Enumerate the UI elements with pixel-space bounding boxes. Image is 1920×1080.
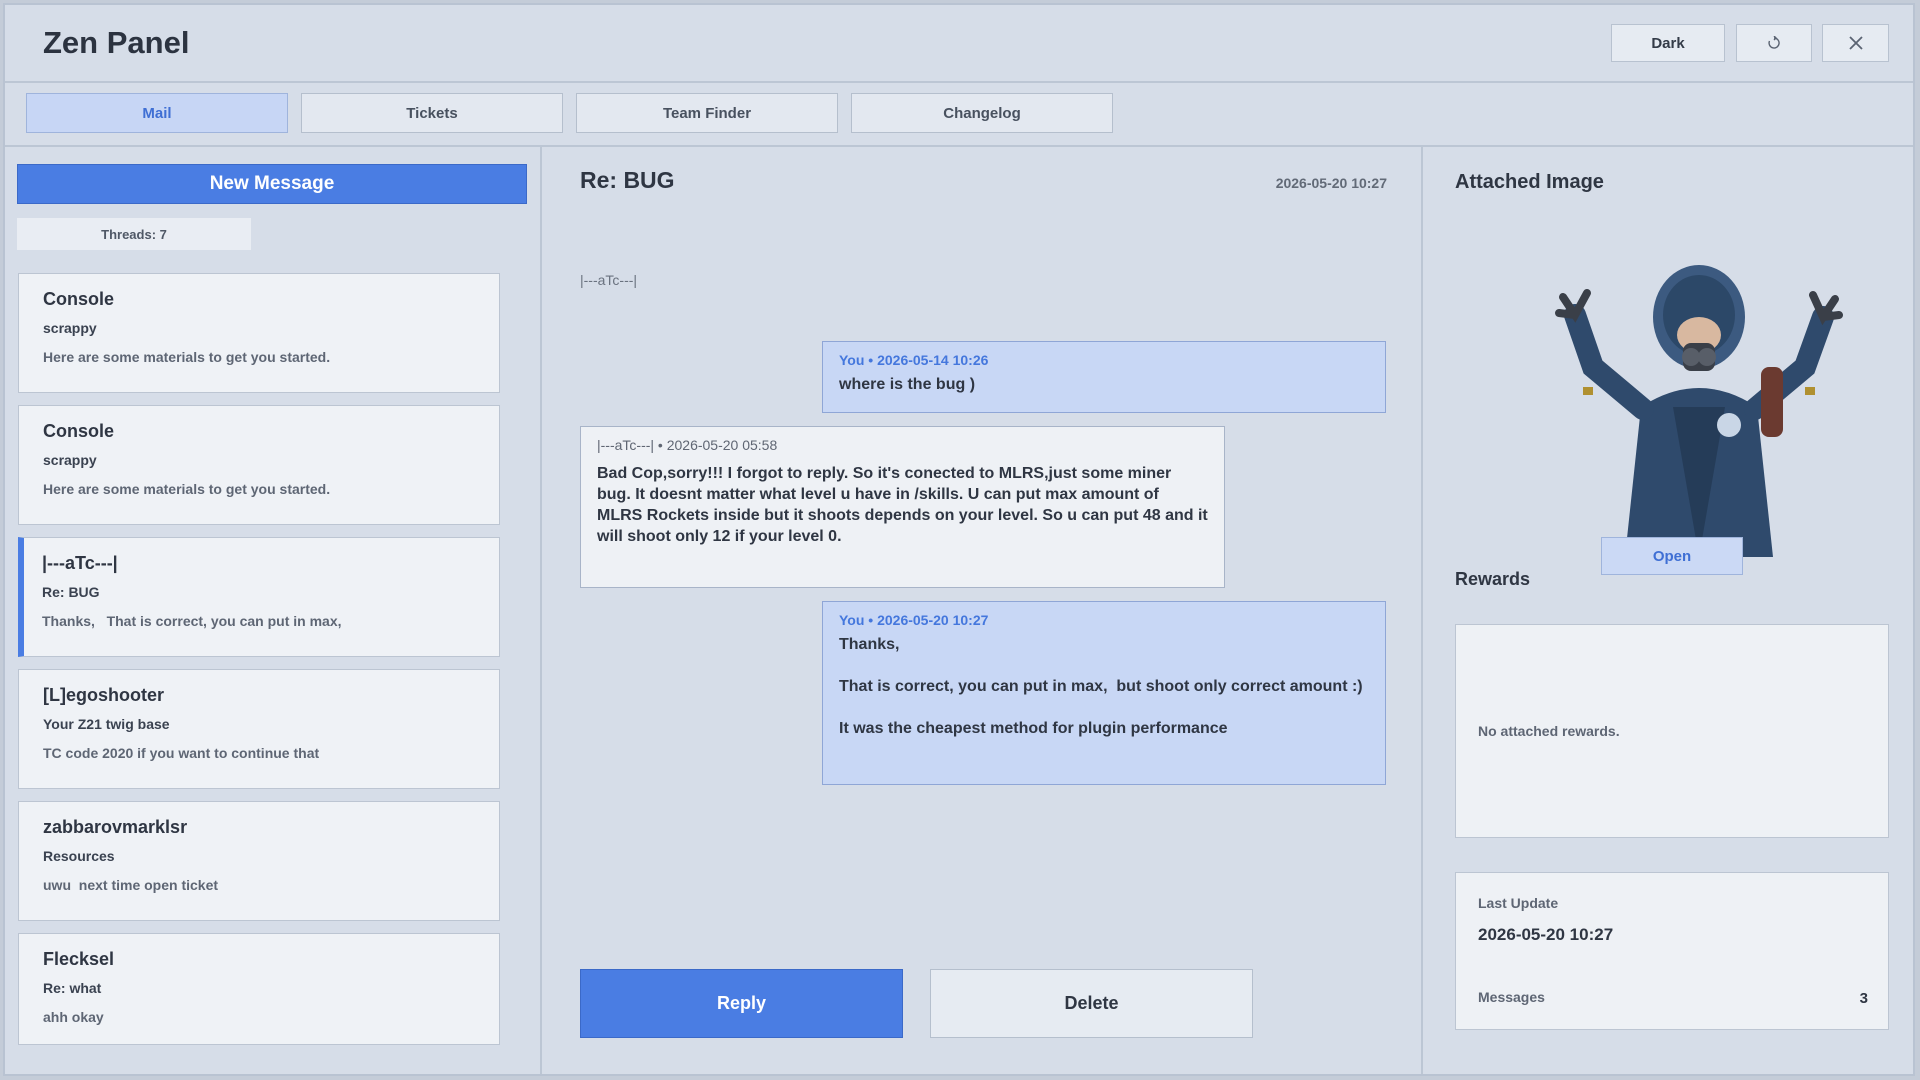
close-button[interactable] bbox=[1822, 24, 1889, 62]
thread-preview: ahh okay bbox=[43, 1009, 104, 1025]
message-meta: You • 2026-05-20 10:27 bbox=[839, 612, 989, 628]
refresh-icon bbox=[1768, 36, 1780, 49]
tab-mail[interactable]: Mail bbox=[26, 93, 288, 133]
thread-subject: Your Z21 twig base bbox=[43, 716, 170, 732]
last-update-label: Last Update bbox=[1478, 895, 1559, 911]
thread-item[interactable]: [L]egoshooter Your Z21 twig base TC code… bbox=[18, 669, 500, 789]
thread-item-selected[interactable]: |---aTc---| Re: BUG Thanks, That is corr… bbox=[18, 537, 500, 657]
rewards-empty-text: No attached rewards. bbox=[1478, 723, 1620, 739]
conversation-date: 2026-05-20 10:27 bbox=[1275, 175, 1387, 191]
tab-changelog[interactable]: Changelog bbox=[851, 93, 1113, 133]
conversation-participant: |---aTc---| bbox=[580, 272, 638, 288]
thread-item[interactable]: zabbarovmarklsr Resources uwu next time … bbox=[18, 801, 500, 921]
tab-tickets[interactable]: Tickets bbox=[301, 93, 563, 133]
conversation-panel: Re: BUG 2026-05-20 10:27 |---aTc---| You… bbox=[542, 147, 1423, 1074]
messages-count: 3 bbox=[1859, 990, 1868, 1007]
thread-preview: uwu next time open ticket bbox=[43, 877, 219, 893]
thread-preview: TC code 2020 if you want to continue tha… bbox=[43, 745, 320, 761]
delete-button[interactable]: Delete bbox=[930, 969, 1253, 1038]
thread-subject: scrappy bbox=[43, 320, 97, 336]
thread-preview: Here are some materials to get you start… bbox=[43, 349, 331, 365]
open-image-button[interactable]: Open bbox=[1601, 537, 1743, 575]
message-body: Thanks, That is correct, you can put in … bbox=[839, 636, 1363, 737]
thread-subject: Resources bbox=[43, 848, 115, 864]
tab-team-finder[interactable]: Team Finder bbox=[576, 93, 838, 133]
thread-subject: Re: what bbox=[43, 980, 102, 996]
conversation-title: Re: BUG bbox=[580, 167, 675, 193]
last-update-value: 2026-05-20 10:27 bbox=[1478, 925, 1614, 944]
thread-subject: scrappy bbox=[43, 452, 97, 468]
attached-image bbox=[1555, 265, 1843, 557]
attached-image-heading: Attached Image bbox=[1455, 171, 1604, 193]
message-meta: |---aTc---| • 2026-05-20 05:58 bbox=[597, 437, 778, 453]
messages-label: Messages bbox=[1478, 989, 1545, 1005]
details-panel: Attached Image Open Rewards No attached … bbox=[1423, 147, 1913, 1074]
thread-preview: Here are some materials to get you start… bbox=[43, 481, 331, 497]
reply-button[interactable]: Reply bbox=[580, 969, 903, 1038]
thread-sidebar: New Message Threads: 7 Console scrappy H… bbox=[5, 147, 542, 1074]
thread-from: zabbarovmarklsr bbox=[43, 817, 188, 837]
message-bubble-received: |---aTc---| • 2026-05-20 05:58 Bad Cop,s… bbox=[580, 426, 1225, 588]
close-icon bbox=[1848, 36, 1863, 50]
message-bubble-sent: You • 2026-05-14 10:26 where is the bug … bbox=[822, 341, 1386, 413]
thread-preview: Thanks, That is correct, you can put in … bbox=[42, 613, 342, 629]
title-bar: Zen Panel Dark bbox=[5, 5, 1913, 83]
tab-bar: Mail Tickets Team Finder Changelog bbox=[5, 83, 1913, 147]
thread-from: [L]egoshooter bbox=[43, 685, 164, 705]
theme-toggle-button[interactable]: Dark bbox=[1611, 24, 1725, 62]
thread-item[interactable]: Console scrappy Here are some materials … bbox=[18, 405, 500, 525]
message-meta: You • 2026-05-14 10:26 bbox=[839, 352, 989, 368]
thread-from: Flecksel bbox=[43, 949, 115, 969]
thread-from: Console bbox=[43, 421, 115, 441]
thread-item[interactable]: Console scrappy Here are some materials … bbox=[18, 273, 500, 393]
new-message-button[interactable]: New Message bbox=[17, 164, 527, 204]
app-title: Zen Panel bbox=[43, 25, 190, 60]
message-body: Bad Cop,sorry!!! I forgot to reply. So i… bbox=[597, 465, 1213, 545]
rewards-heading: Rewards bbox=[1455, 569, 1531, 589]
message-bubble-sent: You • 2026-05-20 10:27 Thanks, That is c… bbox=[822, 601, 1386, 785]
rewards-box: No attached rewards. bbox=[1455, 624, 1889, 838]
thread-item[interactable]: Flecksel Re: what ahh okay bbox=[18, 933, 500, 1045]
threads-count: Threads: 7 bbox=[17, 218, 251, 250]
thread-subject: Re: BUG bbox=[42, 584, 100, 600]
refresh-button[interactable] bbox=[1736, 24, 1812, 62]
app-window: Zen Panel Dark Mail Tickets Team Finder … bbox=[3, 3, 1915, 1076]
info-box: Last Update 2026-05-20 10:27 Messages 3 bbox=[1455, 872, 1889, 1030]
thread-from: Console bbox=[43, 289, 115, 309]
message-body: where is the bug ) bbox=[839, 376, 976, 393]
thread-from: |---aTc---| bbox=[42, 553, 118, 573]
